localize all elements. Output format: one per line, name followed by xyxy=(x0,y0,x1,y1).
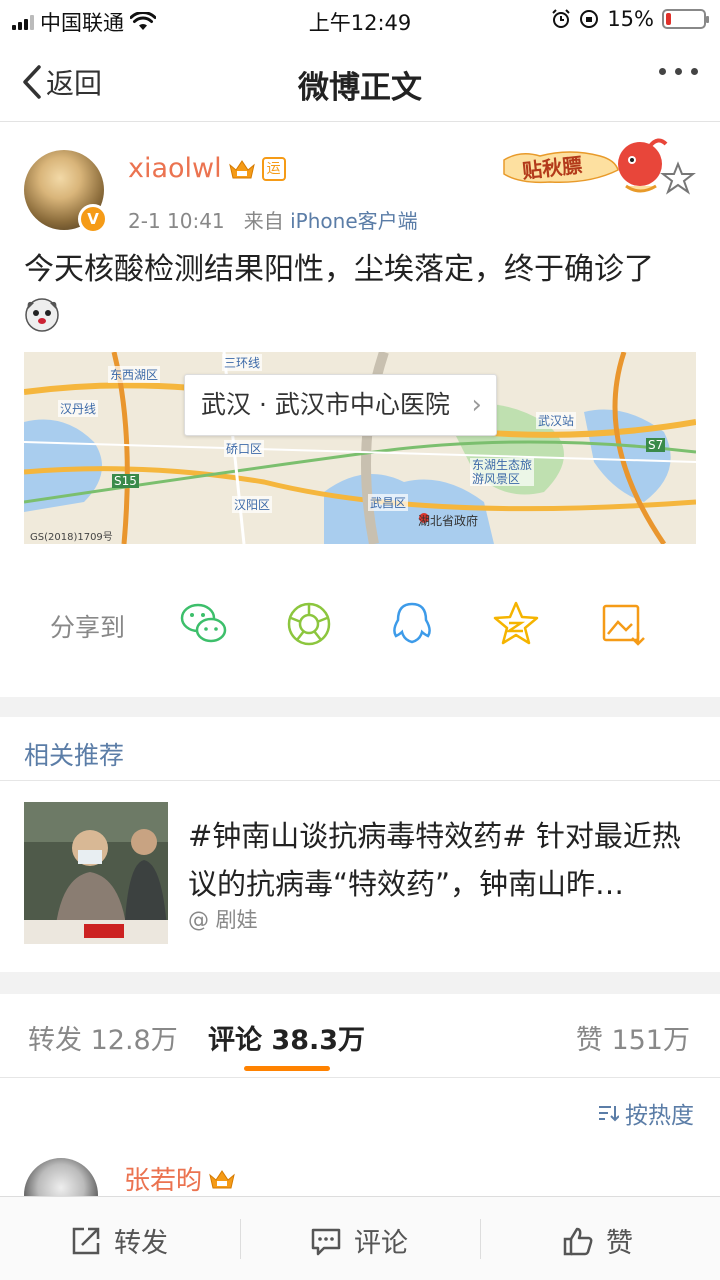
post-source[interactable]: iPhone客户端 xyxy=(290,209,418,233)
post-text: 今天核酸检测结果阳性，尘埃落定，终于确诊了 xyxy=(24,252,654,287)
location-map[interactable]: 东西湖区 三环线 汉丹线 硚口区 汉阳区 武昌区 东湖生态旅游风景区 武汉站 S… xyxy=(24,352,696,544)
moments-icon[interactable] xyxy=(283,598,335,650)
qq-icon[interactable] xyxy=(386,598,438,650)
repost-label: 转发 xyxy=(114,1228,168,1259)
commenter-name[interactable]: 张若昀 xyxy=(124,1160,202,1197)
location-tag[interactable]: 武汉 · 武汉市中心医院 › xyxy=(184,374,497,436)
map-label: S15 xyxy=(112,474,139,488)
map-label: 武汉站 xyxy=(536,412,577,429)
tab-comment-label: 评论 xyxy=(208,1025,262,1056)
map-label: 武昌区 xyxy=(368,494,409,511)
chevron-right-icon: › xyxy=(471,390,482,420)
section-gap xyxy=(0,972,720,994)
comment-icon xyxy=(311,1228,341,1255)
map-label: 东西湖区 xyxy=(108,366,161,383)
related-author: @ 剧娃 xyxy=(188,908,258,932)
sort-button[interactable]: 按热度 xyxy=(597,1096,694,1130)
comment-button[interactable]: 评论 xyxy=(310,1221,408,1260)
repost-button[interactable]: 转发 xyxy=(70,1221,168,1260)
tab-repost-label: 转发 xyxy=(28,1025,82,1056)
status-right: 15% xyxy=(551,7,709,31)
map-label: 汉阳区 xyxy=(232,496,273,513)
yun-badge: 运 xyxy=(261,156,286,181)
repost-count: 12.8万 xyxy=(90,1025,178,1056)
divider xyxy=(0,780,720,781)
nav-bar: 返回 微博正文 xyxy=(0,40,720,122)
post-body: 今天核酸检测结果阳性，尘埃落定，终于确诊了 xyxy=(24,248,696,336)
more-button[interactable] xyxy=(659,68,698,75)
active-tab-indicator xyxy=(244,1066,330,1071)
tab-repost[interactable]: 转发 12.8万 xyxy=(28,1018,178,1057)
post-time: 2-1 10:41 xyxy=(128,209,225,233)
source-prefix: 来自 xyxy=(243,209,284,233)
battery-fill xyxy=(666,13,671,25)
related-title[interactable]: #钟南山谈抗病毒特效药# 针对最近热议的抗病毒“特效药”，钟南山昨… xyxy=(188,812,698,908)
comment-label: 评论 xyxy=(354,1228,408,1259)
author-name-row: xiaolwl 运 xyxy=(128,153,286,184)
like-label: 赞 xyxy=(606,1228,633,1259)
share-row: 分享到 xyxy=(0,590,720,660)
commenter-row: 张若昀 xyxy=(124,1160,236,1197)
repost-icon xyxy=(72,1227,100,1254)
vip-crown-icon xyxy=(209,1169,235,1188)
map-label: S7 xyxy=(646,438,666,452)
related-heading: 相关推荐 xyxy=(24,741,125,770)
sticker-decoration: 贴秋膘 xyxy=(500,130,700,200)
tab-comment[interactable]: 评论 38.3万 xyxy=(208,1018,365,1057)
qzone-icon[interactable] xyxy=(490,598,542,650)
verified-badge: V xyxy=(78,204,108,234)
post-meta: 2-1 10:41 来自 iPhone客户端 xyxy=(128,205,418,234)
save-image-icon[interactable] xyxy=(596,598,648,650)
divider xyxy=(240,1219,241,1259)
sort-label: 按热度 xyxy=(625,1103,694,1129)
related-thumbnail[interactable] xyxy=(24,802,168,944)
page-title: 微博正文 xyxy=(298,70,422,106)
author-avatar[interactable]: V xyxy=(24,150,108,234)
divider xyxy=(480,1219,481,1259)
favorite-star-icon xyxy=(660,161,696,195)
map-label: 硚口区 xyxy=(224,440,265,457)
comment-count: 38.3万 xyxy=(271,1025,366,1056)
sort-icon xyxy=(599,1106,619,1122)
interaction-tabs: 转发 12.8万 评论 38.3万 赞 151万 xyxy=(0,996,720,1078)
vip-crown-icon xyxy=(228,159,255,178)
map-copyright: GS(2018)1709号 xyxy=(30,532,113,543)
dog-emoji-icon xyxy=(25,297,59,332)
author-username[interactable]: xiaolwl xyxy=(128,153,222,184)
tab-like-label: 赞 xyxy=(575,1025,603,1056)
map-label: 东湖生态旅游风景区 xyxy=(470,458,534,486)
alarm-icon xyxy=(552,9,571,28)
like-button[interactable]: 赞 xyxy=(562,1221,633,1260)
map-label: 汉丹线 xyxy=(58,400,99,417)
section-gap xyxy=(0,697,720,717)
map-pin-label: 湖北省政府 xyxy=(418,514,479,528)
thumbs-up-icon xyxy=(563,1227,593,1255)
battery-text: 15% xyxy=(607,7,654,31)
location-name: 武汉 · 武汉市中心医院 xyxy=(201,390,450,419)
bottom-action-bar: 转发 评论 赞 xyxy=(0,1196,720,1280)
tab-like[interactable]: 赞 151万 xyxy=(576,1018,690,1057)
battery-icon xyxy=(662,9,709,29)
orientation-lock-icon xyxy=(580,10,599,28)
status-bar: 中国联通 上午12:49 15% xyxy=(0,0,720,40)
map-label: 三环线 xyxy=(222,354,263,371)
wechat-icon[interactable] xyxy=(178,598,230,650)
share-label: 分享到 xyxy=(50,613,126,642)
like-count: 151万 xyxy=(611,1025,690,1056)
